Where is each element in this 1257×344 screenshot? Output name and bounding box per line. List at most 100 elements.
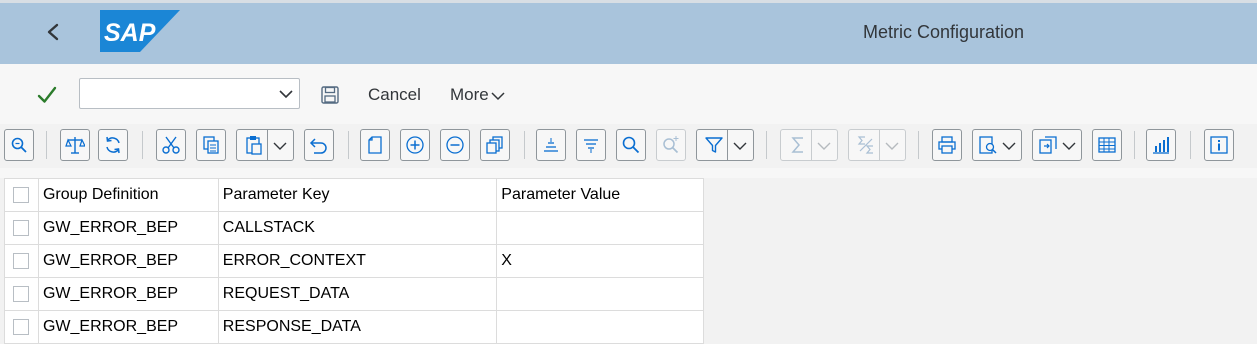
row-checkbox[interactable] <box>13 318 29 335</box>
chevron-down-icon[interactable] <box>279 87 293 101</box>
paste-icon <box>246 136 262 155</box>
row-checkbox[interactable] <box>13 219 29 236</box>
cut-button[interactable] <box>156 129 186 161</box>
chevron-down-icon <box>817 142 831 150</box>
info-button[interactable] <box>1204 129 1234 161</box>
column-header[interactable]: Parameter Key <box>217 178 498 212</box>
sort-descending-icon <box>584 139 598 153</box>
print-button[interactable] <box>932 129 962 161</box>
row-select-cell[interactable] <box>4 277 39 311</box>
table-cell[interactable]: GW_ERROR_BEP <box>37 310 219 344</box>
more-label: More <box>450 85 489 104</box>
chevron-left-icon <box>47 23 59 41</box>
export-menu-button[interactable] <box>1032 129 1082 161</box>
table-cell[interactable] <box>496 211 704 245</box>
export-icon <box>1039 136 1057 154</box>
paste-menu-button[interactable] <box>236 129 294 161</box>
copy-button[interactable] <box>196 129 226 161</box>
duplicate-row-button[interactable] <box>480 129 510 161</box>
delete-row-button[interactable] <box>440 129 470 161</box>
toolbar-separator <box>1134 131 1135 159</box>
print-icon <box>938 136 956 154</box>
cancel-button[interactable]: Cancel <box>368 85 421 105</box>
table-cell[interactable]: ERROR_CONTEXT <box>217 244 498 278</box>
cut-icon <box>162 136 180 154</box>
row-select-cell[interactable] <box>4 211 39 245</box>
layout-button[interactable] <box>1092 129 1122 161</box>
table-cell[interactable] <box>496 277 704 311</box>
chevron-down-icon <box>885 142 899 150</box>
table-cell[interactable]: REQUEST_DATA <box>217 277 498 311</box>
logo-text: SAP <box>104 19 156 47</box>
duplicate-icon <box>486 136 503 154</box>
sort-descending-button[interactable] <box>576 129 606 161</box>
chevron-down-icon <box>733 142 747 150</box>
find-next-icon <box>663 136 679 154</box>
sort-ascending-button[interactable] <box>536 129 566 161</box>
table-row[interactable]: GW_ERROR_BEP CALLSTACK <box>4 211 704 245</box>
sum-menu-button[interactable] <box>780 129 838 161</box>
sap-logo: SAP <box>100 10 180 52</box>
table-cell[interactable]: GW_ERROR_BEP <box>37 277 219 311</box>
execute-button[interactable] <box>36 84 58 106</box>
filter-menu-button[interactable] <box>696 129 754 161</box>
table-cell[interactable] <box>496 310 704 344</box>
table-row[interactable]: GW_ERROR_BEP REQUEST_DATA <box>4 277 704 311</box>
zoom-button[interactable] <box>4 129 34 161</box>
new-page-button[interactable] <box>360 129 390 161</box>
column-header[interactable]: Parameter Value <box>496 178 704 212</box>
toolbar-separator <box>46 131 47 159</box>
command-field[interactable] <box>79 78 300 109</box>
subtotal-icon <box>857 136 873 154</box>
column-header[interactable]: Group Definition <box>37 178 219 212</box>
chevron-down-icon <box>1062 142 1076 150</box>
refresh-button[interactable] <box>98 129 128 161</box>
row-checkbox[interactable] <box>13 252 29 269</box>
table-cell[interactable]: X <box>496 244 704 278</box>
compare-button[interactable] <box>60 129 90 161</box>
save-button[interactable] <box>320 85 340 105</box>
find-next-button[interactable] <box>656 129 686 161</box>
chart-icon <box>1153 137 1169 154</box>
new-page-icon <box>368 136 382 154</box>
row-select-cell[interactable] <box>4 310 39 344</box>
remove-row-icon <box>446 136 464 154</box>
table-header-row: Group Definition Parameter Key Parameter… <box>4 178 704 212</box>
toolbar-separator <box>348 131 349 159</box>
refresh-icon <box>106 136 120 154</box>
copy-icon <box>203 136 219 154</box>
table-cell[interactable]: GW_ERROR_BEP <box>37 211 219 245</box>
select-all-checkbox[interactable] <box>13 186 29 203</box>
table-cell[interactable]: GW_ERROR_BEP <box>37 244 219 278</box>
print-preview-icon <box>979 136 997 154</box>
insert-row-button[interactable] <box>400 129 430 161</box>
add-row-icon <box>406 136 424 154</box>
back-button[interactable] <box>40 16 68 48</box>
data-table: Group Definition Parameter Key Parameter… <box>4 178 704 344</box>
undo-button[interactable] <box>304 129 334 161</box>
checkmark-icon <box>37 86 57 103</box>
subtotal-menu-button[interactable] <box>848 129 906 161</box>
print-preview-menu-button[interactable] <box>972 129 1022 161</box>
find-button[interactable] <box>616 129 646 161</box>
table-row[interactable]: GW_ERROR_BEP RESPONSE_DATA <box>4 310 704 344</box>
sort-ascending-icon <box>544 138 558 152</box>
table-cell[interactable]: CALLSTACK <box>217 211 498 245</box>
table-cell[interactable]: RESPONSE_DATA <box>217 310 498 344</box>
row-checkbox[interactable] <box>13 285 29 302</box>
select-all-cell[interactable] <box>4 178 39 212</box>
layout-grid-icon <box>1098 137 1116 153</box>
zoom-icon <box>11 137 27 153</box>
chevron-down-icon <box>273 142 287 150</box>
shell-bar <box>0 0 1257 64</box>
chart-button[interactable] <box>1146 129 1176 161</box>
toolbar-separator <box>524 131 525 159</box>
table-row[interactable]: GW_ERROR_BEP ERROR_CONTEXT X <box>4 244 704 278</box>
more-button[interactable]: More <box>450 85 505 105</box>
page-title: Metric Configuration <box>863 22 1025 42</box>
chevron-down-icon <box>1002 142 1016 150</box>
command-input[interactable] <box>80 79 270 108</box>
filter-icon <box>705 137 723 153</box>
row-select-cell[interactable] <box>4 244 39 278</box>
chevron-down-icon <box>491 91 505 100</box>
